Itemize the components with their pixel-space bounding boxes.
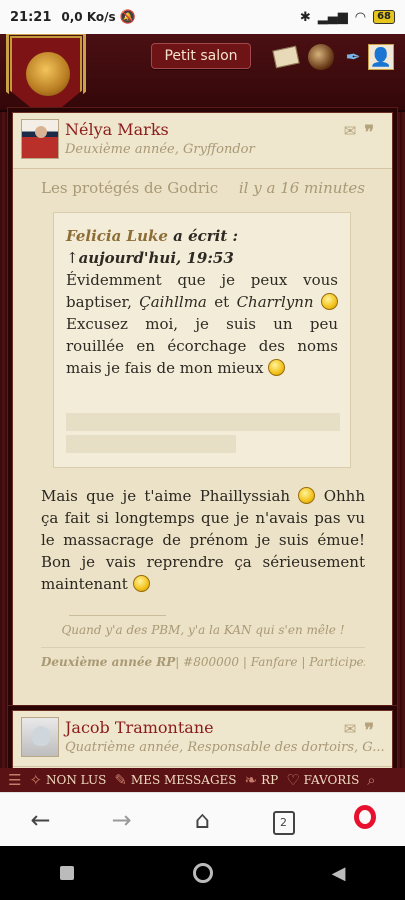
quote-date: aujourd'hui, 19:53 (78, 249, 234, 267)
rp-button[interactable]: ❧ RP (245, 771, 279, 789)
signature-divider (41, 647, 365, 648)
envelope-icon[interactable] (272, 45, 300, 69)
search-icon: ⌕ (367, 771, 376, 789)
forum-header: Petit salon ✒ 👤 (0, 34, 405, 124)
quote-placeholder (66, 413, 340, 431)
quote-text: et (206, 293, 237, 311)
quill-icon[interactable]: ✒ (340, 44, 366, 70)
quote-body: Évidemment que je peux vous baptiser, Ça… (66, 269, 338, 379)
quote-name: Charrlynn (236, 293, 314, 311)
quote-placeholder (66, 435, 236, 453)
wifi-icon: ◠ (354, 9, 367, 25)
signature-divider (69, 615, 166, 616)
smiley-icon (298, 487, 316, 504)
private-message-icon[interactable]: ✉ (344, 122, 357, 143)
heart-icon: ♡ (286, 771, 300, 789)
user-avatar-icon[interactable]: 👤 (368, 44, 394, 70)
opera-logo (353, 804, 376, 829)
signal-icon: ▂▄▆ (317, 9, 348, 25)
unread-button[interactable]: ✧ NON LUS (29, 771, 106, 789)
author-rank: Deuxième année, Gryffondor (65, 142, 255, 157)
back-arrow-icon[interactable]: ← (21, 806, 61, 834)
crystal-ball-icon[interactable] (308, 44, 334, 70)
search-button[interactable]: ⌕ (367, 771, 375, 789)
crest-frame (6, 34, 86, 124)
smiley-icon (321, 293, 338, 310)
battery-icon: 68 (373, 10, 395, 24)
menu-button[interactable]: ☰ (8, 771, 21, 789)
sparkle-icon: ✧ (29, 771, 43, 789)
author-name[interactable]: Jacob Tramontane (65, 718, 214, 737)
post-meta: Deuxième année RP| #800000 | Fanfare | P… (41, 655, 365, 669)
author-rank: Quatrième année, Responsable des dortoir… (65, 740, 385, 755)
unread-label: NON LUS (46, 773, 107, 787)
quote-header: Felicia Luke a écrit : ↑aujourd'hui, 19:… (66, 225, 338, 269)
home-nav-icon[interactable] (192, 863, 213, 883)
avatar[interactable] (21, 119, 59, 159)
forward-arrow-icon[interactable]: → (102, 806, 142, 834)
quote-icon[interactable]: ❞ (364, 122, 374, 143)
private-message-icon[interactable]: ✉ (344, 720, 357, 741)
system-nav-bar: ◀ (0, 846, 405, 900)
quote-block: Felicia Luke a écrit : ↑aujourd'hui, 19:… (53, 212, 351, 468)
post-author-row: Nélya Marks Deuxième année, Gryffondor ✉… (13, 113, 392, 169)
quote-author[interactable]: Felicia Luke (66, 227, 168, 245)
quote-wrote-label: a écrit : (167, 227, 239, 245)
status-time: 21:21 (10, 9, 52, 25)
network-speed: 0,0 Ko/s (61, 10, 116, 24)
forum-page: Petit salon ✒ 👤 Nélya Marks Deuxième ann… (0, 34, 405, 792)
quote-jump-arrow-icon[interactable]: ↑ (66, 249, 79, 267)
messages-label: MES MESSAGES (130, 773, 237, 787)
post-message: Mais que je t'aime Phaillyssiah Ohhh ça … (41, 485, 365, 595)
meta-rank: Deuxième année RP (41, 655, 176, 669)
quote-text: Excusez moi, je suis un peu rouillée en … (66, 315, 338, 377)
opera-menu-icon[interactable] (345, 804, 385, 835)
post-time: il y a 16 minutes (238, 179, 365, 197)
meta-tags: | #800000 | Fanfare | Participez au (175, 655, 365, 669)
messages-icon: ✎ (114, 771, 127, 789)
rp-label: RP (261, 773, 279, 787)
back-nav-icon[interactable]: ◀ (332, 863, 346, 884)
recents-icon[interactable] (59, 866, 74, 880)
quote-name: Çaihllma (139, 293, 207, 311)
petit-salon-button[interactable]: Petit salon (151, 43, 251, 69)
home-icon[interactable]: ⌂ (183, 806, 223, 834)
post-topic-row: Les protégés de Godric il y a 16 minutes (41, 179, 365, 197)
my-messages-button[interactable]: ✎ MES MESSAGES (114, 771, 236, 789)
smiley-icon (132, 575, 150, 592)
favorites-label: FAVORIS (303, 773, 360, 787)
quote-icon[interactable]: ❞ (364, 720, 374, 741)
mute-icon: 🔕 (119, 9, 136, 25)
forum-post: Nélya Marks Deuxième année, Gryffondor ✉… (12, 112, 393, 716)
tab-count: 2 (272, 811, 295, 835)
signature: Quand y'a des PBM, y'a la KAN qui s'en m… (61, 623, 345, 637)
topic-title[interactable]: Les protégés de Godric (41, 179, 218, 197)
forum-bottom-nav: ☰ ✧ NON LUS ✎ MES MESSAGES ❧ RP ♡ FAVORIS ⌕ (0, 768, 405, 792)
browser-toolbar: ← → ⌂ 2 (0, 792, 405, 846)
post-author-row: Jacob Tramontane Quatrième année, Respon… (13, 711, 392, 767)
tabs-button[interactable]: 2 (264, 804, 304, 835)
author-name[interactable]: Nélya Marks (65, 120, 169, 139)
feather-icon: ❧ (244, 771, 258, 789)
status-bar: 21:21 0,0 Ko/s 🔕 ✱ ▂▄▆ ◠ 68 (0, 0, 405, 34)
message-text: Mais que je t'aime Phaillyssiah (41, 487, 291, 505)
favorites-button[interactable]: ♡ FAVORIS (286, 771, 359, 789)
smiley-icon (268, 359, 286, 376)
menu-icon: ☰ (8, 771, 22, 789)
avatar[interactable] (21, 717, 59, 757)
bluetooth-icon: ✱ (299, 9, 311, 25)
